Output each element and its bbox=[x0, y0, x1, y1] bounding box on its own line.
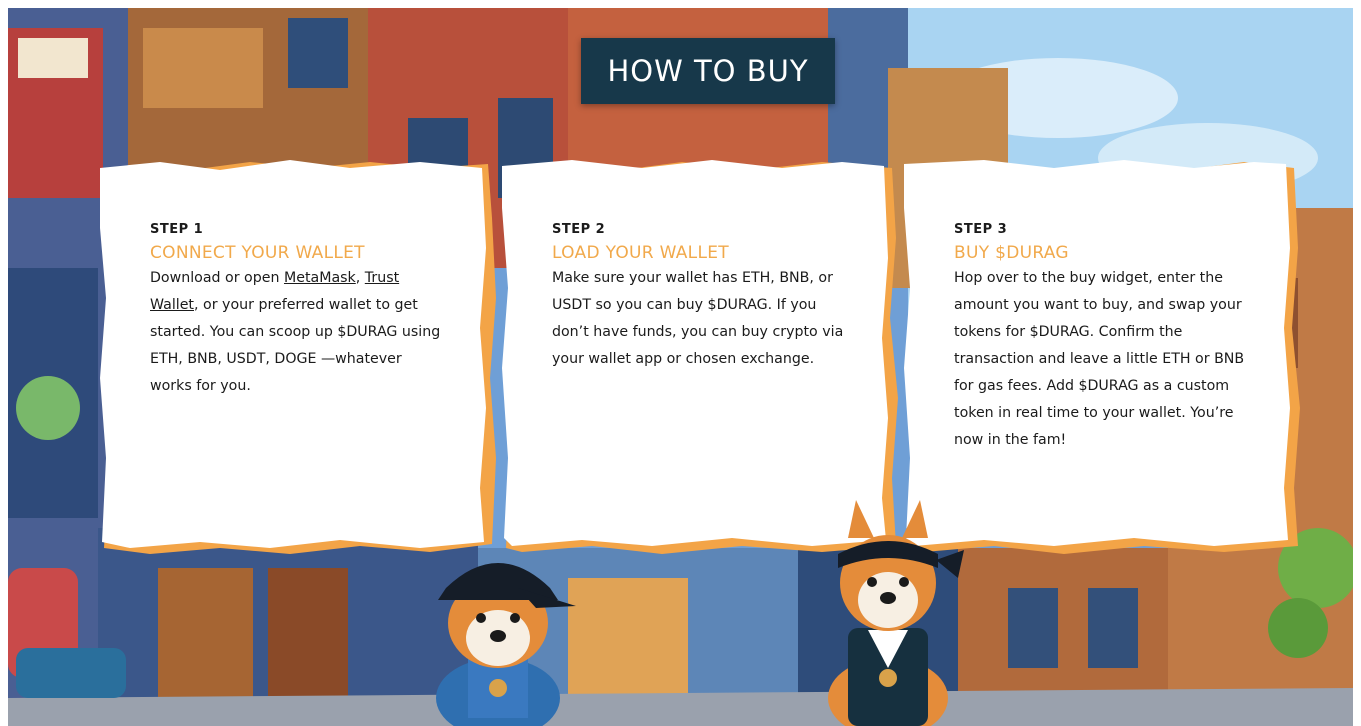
step-description: Download or open MetaMask, Trust Wallet,… bbox=[150, 265, 442, 400]
street-background: HOW TO BUY STEP 1 CONNECT YOUR WALLET Do… bbox=[8, 8, 1353, 726]
page-title: HOW TO BUY bbox=[581, 38, 835, 104]
step-text: , or your preferred wallet to get starte… bbox=[150, 297, 441, 394]
step-label: STEP 3 bbox=[954, 222, 1008, 237]
step-card-1: STEP 1 CONNECT YOUR WALLET Download or o… bbox=[100, 158, 500, 558]
step-description: Hop over to the buy widget, enter the am… bbox=[954, 270, 1245, 448]
step-text: Download or open bbox=[150, 270, 284, 286]
step-label: STEP 1 bbox=[150, 222, 204, 237]
dog-mascot-bandana bbox=[828, 500, 964, 726]
step-description: Make sure your wallet has ETH, BNB, or U… bbox=[552, 270, 844, 367]
step-title: BUY $DURAG bbox=[954, 243, 1069, 263]
step-title: CONNECT YOUR WALLET bbox=[150, 243, 365, 263]
step-text: , bbox=[355, 270, 365, 286]
step-title: LOAD YOUR WALLET bbox=[552, 243, 729, 263]
metamask-link[interactable]: MetaMask bbox=[284, 270, 356, 286]
dog-mascot-cap bbox=[436, 563, 576, 726]
step-label: STEP 2 bbox=[552, 222, 606, 237]
